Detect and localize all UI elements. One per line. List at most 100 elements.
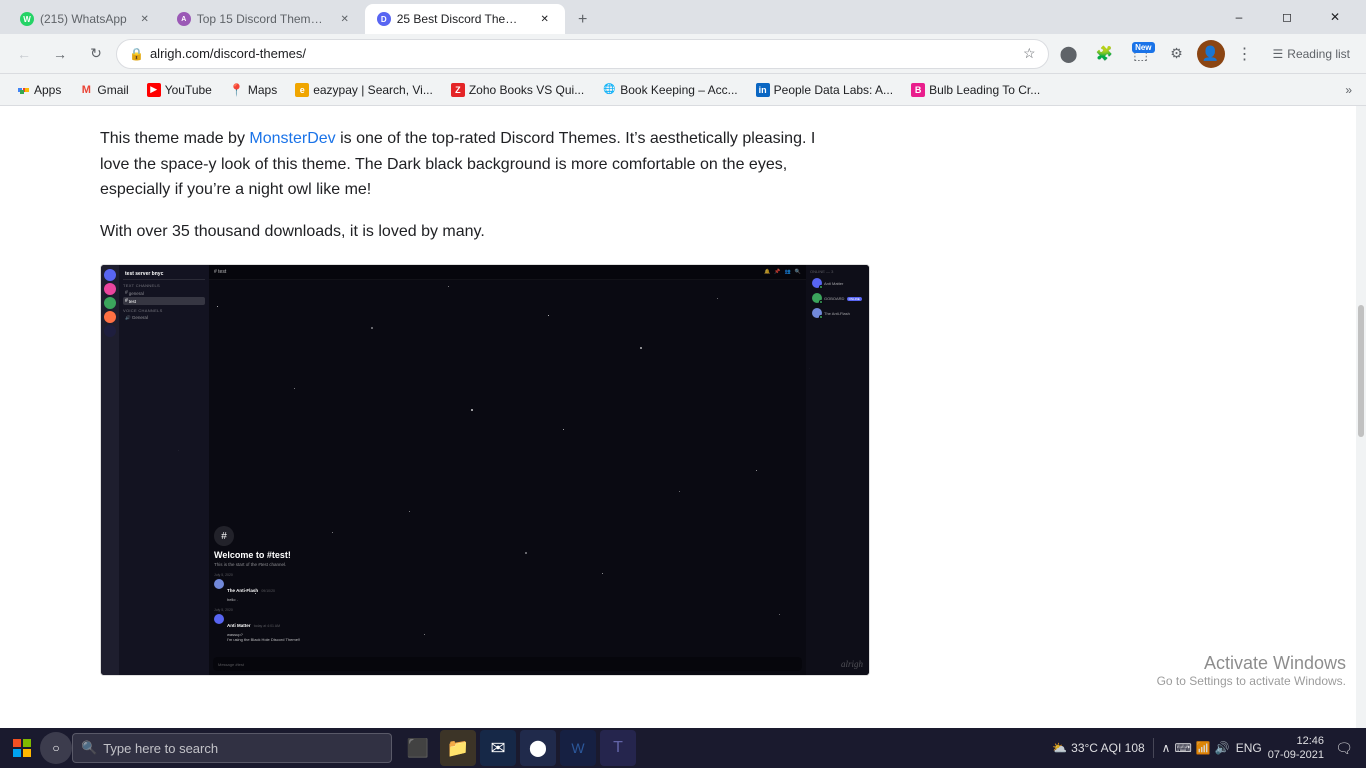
new-tab-button[interactable]: + (569, 6, 597, 34)
notification-button[interactable]: 🗨 (1330, 734, 1358, 762)
monsterdev-link[interactable]: MonsterDev (249, 130, 335, 147)
scrollbar-thumb[interactable] (1358, 305, 1364, 437)
bookmark-eazypay[interactable]: e eazypay | Search, Vi... (287, 79, 441, 101)
anti-matter-text-2: I'm using the Black Hole Discord Theme!! (227, 637, 801, 642)
task-view-button[interactable]: ⬛ (400, 730, 436, 766)
bookmark-maps-favicon: 📍 (230, 83, 244, 97)
anti-flash-content: The Anti-Flash 09/10/20 hello . (227, 579, 801, 602)
search-bar[interactable]: 🔍 Type here to search (72, 733, 392, 763)
channel-test[interactable]: # test (123, 297, 205, 305)
alrigh-watermark: alrigh (841, 659, 863, 669)
bell-icon[interactable]: 🔔 (764, 269, 770, 275)
tab-whatsapp-favicon: W (20, 12, 34, 26)
settings-icon[interactable]: ⚙ (1161, 38, 1193, 70)
tab-discord-best-favicon: D (377, 12, 391, 26)
keyboard-icon[interactable]: ⌨ (1174, 741, 1191, 755)
maximize-button[interactable]: ◻ (1264, 0, 1310, 34)
bookmark-gmail-favicon: M (79, 83, 93, 97)
bookmark-people[interactable]: in People Data Labs: A... (748, 79, 901, 101)
tab-whatsapp-close[interactable]: ✕ (137, 11, 153, 27)
up-arrow-icon[interactable]: ∧ (1162, 741, 1171, 755)
teams-button[interactable]: T (600, 730, 636, 766)
discord-members-list: ONLINE — 3 Anti Matter (806, 265, 870, 675)
wifi-icon[interactable]: 📶 (1196, 741, 1211, 755)
member-goboard[interactable]: GOBOARD ONLINE (810, 292, 867, 304)
pin-icon[interactable]: 📌 (774, 269, 780, 275)
chrome-button[interactable]: ⬤ (520, 730, 556, 766)
bookmark-apps[interactable]: Apps (8, 79, 69, 101)
article-text-before-link: This theme made by (100, 130, 249, 147)
server-icon-3[interactable] (104, 297, 116, 309)
members-icon[interactable]: 👥 (785, 269, 791, 275)
msg-date-1: July 5, 2020 (214, 573, 801, 577)
content-area: This theme made by MonsterDev is one of … (0, 106, 1366, 768)
address-bar[interactable]: 🔒 alrigh.com/discord-themes/ ☆ (116, 39, 1049, 69)
scrollbar-track (1356, 106, 1366, 768)
discord-server-name: test server bnyc (123, 269, 205, 280)
tab-whatsapp[interactable]: W (215) WhatsApp ✕ (8, 4, 165, 34)
tab-discord-best[interactable]: D 25 Best Discord Themes [For Bett... ✕ (365, 4, 565, 34)
minimize-button[interactable]: – (1216, 0, 1262, 34)
bookmark-eazypay-label: eazypay | Search, Vi... (313, 83, 433, 97)
profile-avatar[interactable]: 👤 (1197, 40, 1225, 68)
bookmark-star-icon[interactable]: ☆ (1023, 45, 1036, 62)
channel-name-topbar: # test (214, 269, 226, 275)
bookmark-youtube[interactable]: ▶ YouTube (139, 79, 220, 101)
discord-server-sidebar (101, 265, 119, 675)
weather-text: 33°C AQI 108 (1071, 741, 1145, 755)
voice-channels-category: VOICE CHANNELS (123, 308, 205, 313)
server-icon-2[interactable] (104, 283, 116, 295)
bookmarks-more[interactable]: » (1339, 79, 1358, 101)
file-explorer-button[interactable]: 📁 (440, 730, 476, 766)
mail-button[interactable]: ✉ (480, 730, 516, 766)
system-tray: ⛅ 33°C AQI 108 (1052, 741, 1144, 755)
bookmark-zoho[interactable]: Z Zoho Books VS Qui... (443, 79, 592, 101)
forward-button[interactable]: → (44, 38, 76, 70)
word-button[interactable]: W (560, 730, 596, 766)
member-anti-flash-avatar (812, 308, 822, 318)
menu-icon[interactable]: ⋮ (1229, 38, 1261, 70)
server-icon-5[interactable] (104, 325, 116, 337)
taskbar-middle: ⬛ 📁 ✉ ⬤ W T (400, 730, 636, 766)
channel-general[interactable]: # general (123, 289, 205, 297)
member-anti-matter[interactable]: Anti Matter (810, 277, 867, 289)
bookmark-zoho-favicon: Z (451, 83, 465, 97)
reload-button[interactable]: ↻ (80, 38, 112, 70)
new-extensions-icon[interactable]: New ⬚ (1125, 38, 1157, 70)
bookmark-eazypay-favicon: e (295, 83, 309, 97)
discord-screenshot: test server bnyc TEXT CHANNELS # general… (101, 265, 870, 675)
tab-alrigh-close[interactable]: ✕ (337, 11, 353, 27)
tab-alrigh[interactable]: A Top 15 Discord Themes [For Bett... ✕ (165, 4, 365, 34)
extensions-icon[interactable]: 🧩 (1089, 38, 1121, 70)
welcome-sub: This is the start of the #test channel. (214, 562, 801, 567)
cortana-button[interactable]: ○ (40, 732, 72, 764)
bookmark-gmail[interactable]: M Gmail (71, 79, 136, 101)
search-icon[interactable]: 🔍 (795, 269, 801, 275)
speaker-icon[interactable]: 🔊 (1215, 741, 1230, 755)
browser-frame: W (215) WhatsApp ✕ A Top 15 Discord Them… (0, 0, 1366, 768)
member-anti-matter-avatar (812, 278, 822, 288)
server-icon-1[interactable] (104, 269, 116, 281)
bookmark-youtube-favicon: ▶ (147, 83, 161, 97)
anti-matter-content-1: Anti Matter today at 4:01 AM wassup? I'm… (227, 614, 801, 642)
bookmark-bulb-favicon: B (911, 83, 925, 97)
channel-voice-general[interactable]: 🔊 General (123, 314, 205, 322)
lock-icon: 🔒 (129, 47, 144, 61)
bookmark-bookkeeping-favicon: 🌐 (602, 83, 616, 97)
discord-channels: test server bnyc TEXT CHANNELS # general… (119, 265, 209, 675)
bookmark-bulb-label: Bulb Leading To Cr... (929, 83, 1040, 97)
window-controls: – ◻ ✕ (1216, 0, 1358, 34)
start-button[interactable] (4, 730, 40, 766)
discord-main: # test 🔔 📌 👥 🔍 # Welcome to (209, 265, 806, 675)
close-button[interactable]: ✕ (1312, 0, 1358, 34)
profile-icon[interactable]: ⬤ (1053, 38, 1085, 70)
discord-input-bar[interactable]: Message #test (213, 657, 802, 671)
bookmark-bulb[interactable]: B Bulb Leading To Cr... (903, 79, 1048, 101)
bookmark-maps[interactable]: 📍 Maps (222, 79, 285, 101)
back-button[interactable]: ← (8, 38, 40, 70)
member-anti-flash[interactable]: The Anti-Flash (810, 307, 867, 319)
tab-discord-best-close[interactable]: ✕ (537, 11, 553, 27)
server-icon-4[interactable] (104, 311, 116, 323)
reading-list-button[interactable]: ☰ Reading list (1265, 43, 1358, 65)
bookmark-bookkeeping[interactable]: 🌐 Book Keeping – Acc... (594, 79, 745, 101)
